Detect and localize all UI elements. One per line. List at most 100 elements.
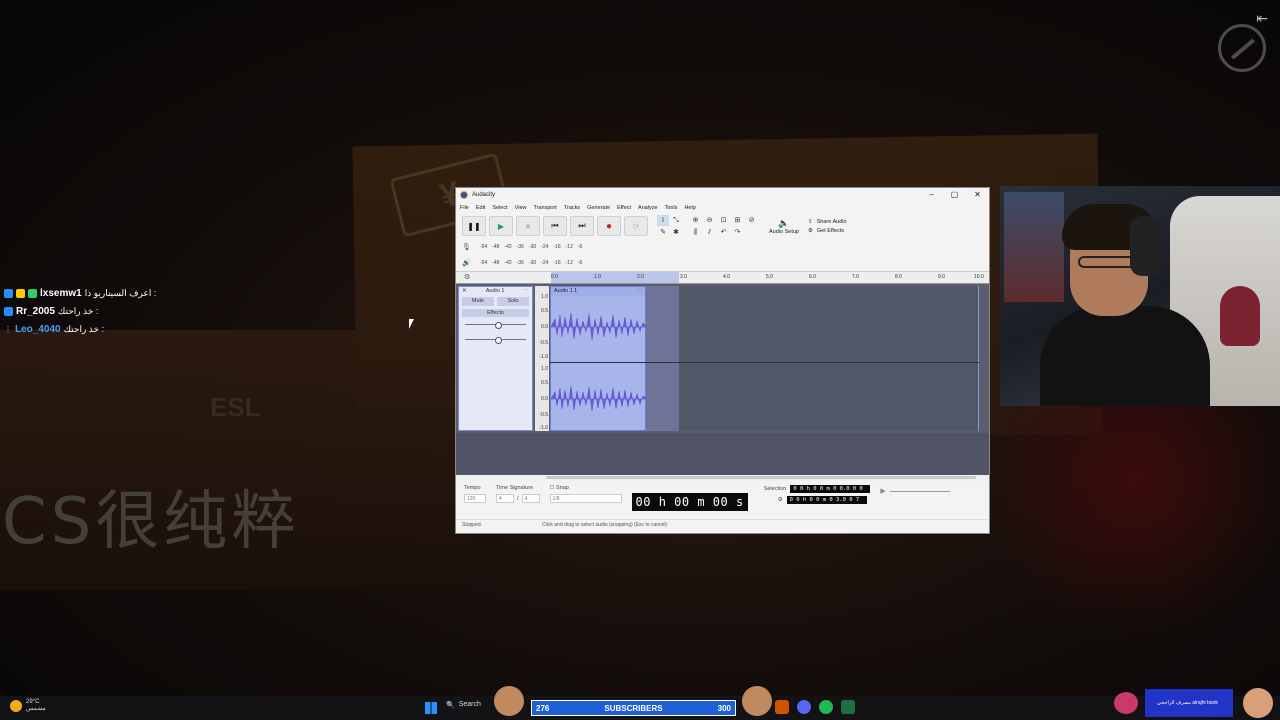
tempo-input[interactable]: 120	[464, 494, 486, 503]
menu-file[interactable]: File	[460, 205, 469, 211]
play-at-speed-icon[interactable]: ▶	[880, 487, 885, 495]
trim-icon[interactable]: ⫼	[689, 227, 702, 238]
selection-end-field[interactable]: 0 0 h 0 0 m 0 3.0 0 7 s	[786, 496, 867, 511]
selection-settings-icon[interactable]: ⚙	[778, 497, 783, 503]
windows-start-icon[interactable]	[425, 702, 437, 714]
app-icon[interactable]	[775, 700, 789, 714]
menu-help[interactable]: Help	[684, 205, 695, 211]
loop-button[interactable]: ⟳	[624, 216, 648, 236]
track-menu-icon[interactable]: ⋯	[523, 288, 529, 294]
selection-region[interactable]	[646, 286, 679, 431]
track-area[interactable]: ✕ Audio 1 ⋯ Mute Solo Effects 1.0 0.5 0.…	[456, 283, 989, 433]
zoom-in-icon[interactable]: ⊕	[689, 215, 702, 226]
spotify-icon[interactable]	[819, 700, 833, 714]
chat-message: ⋮ Leo_4040 : خذ راحتك	[4, 320, 254, 338]
ts-numerator-input[interactable]: 4	[496, 494, 514, 503]
undo-icon[interactable]: ↶	[717, 227, 730, 238]
tempo-group: Tempo 120	[464, 485, 486, 503]
scale-tick: 1.0	[541, 366, 548, 372]
title-bar[interactable]: Audacity – ▢ ✕	[456, 188, 989, 202]
solo-button[interactable]: Solo	[497, 297, 529, 306]
timeline-options-icon[interactable]: ⚙	[464, 273, 470, 281]
snap-select[interactable]: 1/8	[549, 494, 622, 503]
skip-end-button[interactable]: ⏭	[570, 216, 594, 236]
menu-tools[interactable]: Tools	[665, 205, 678, 211]
speed-slider[interactable]	[889, 490, 950, 492]
play-at-speed-group: ▶	[880, 487, 950, 495]
menu-transport[interactable]: Transport	[533, 205, 556, 211]
track-name[interactable]: Audio 1	[486, 288, 505, 294]
menu-tracks[interactable]: Tracks	[564, 205, 580, 211]
esl-logo-text: ESL	[210, 392, 261, 422]
zoom-toggle-icon[interactable]: ⊘	[745, 215, 758, 226]
menu-effect[interactable]: Effect	[617, 205, 631, 211]
menu-analyze[interactable]: Analyze	[638, 205, 658, 211]
silence-icon[interactable]: ⫽	[703, 227, 716, 238]
share-audio-button[interactable]: ⇪ Share Audio	[808, 219, 847, 225]
horizontal-scrollbar[interactable]	[456, 475, 989, 481]
clip-menu-icon[interactable]: ⋯	[637, 288, 643, 295]
ruler-tick: 9.0	[938, 274, 945, 280]
redo-icon[interactable]: ↷	[731, 227, 744, 238]
recording-meter[interactable]: 🎙 -54 -48 -42 -36 -30 -24 -18 -12 -6	[456, 239, 989, 255]
ts-denominator-select[interactable]: 4	[521, 494, 540, 503]
clip-header[interactable]: Audio 1.1 ⋯	[551, 287, 645, 296]
audio-clip[interactable]: Audio 1.1 ⋯	[550, 286, 647, 431]
selection-tool-icon[interactable]: I	[657, 214, 669, 226]
discord-icon[interactable]	[797, 700, 811, 714]
draw-tool-icon[interactable]: ✎	[657, 227, 669, 238]
get-effects-button[interactable]: ⚙ Get Effects	[808, 228, 847, 234]
playback-meter[interactable]: 🔊 -54 -48 -42 -36 -30 -24 -18 -12 -6	[456, 255, 989, 271]
excel-icon[interactable]	[841, 700, 855, 714]
menu-edit[interactable]: Edit	[476, 205, 485, 211]
pan-slider[interactable]	[465, 337, 526, 344]
record-button[interactable]: ●	[597, 216, 621, 236]
taskbar-search[interactable]: 🔍 Search	[446, 701, 481, 709]
pause-button[interactable]: ❚❚	[462, 216, 486, 236]
fit-project-icon[interactable]: ⊞	[731, 215, 744, 226]
play-button[interactable]: ▶	[489, 216, 513, 236]
zoom-out-icon[interactable]: ⊖	[703, 215, 716, 226]
sub-goal-current: 276	[536, 703, 550, 713]
scale-tick: 0.5	[541, 380, 548, 386]
skip-start-button[interactable]: ⏮	[543, 216, 567, 236]
close-button[interactable]: ✕	[966, 188, 989, 202]
chat-username: Leo_4040	[15, 323, 61, 335]
scale-tick: 0.0	[541, 324, 548, 330]
multi-tool-icon[interactable]: ✱	[670, 227, 682, 238]
weather-widget[interactable]: 29°C مشمس	[10, 699, 46, 712]
stop-button[interactable]: ■	[516, 216, 540, 236]
scale-tick: 0.5	[541, 308, 548, 314]
meter-tick: -30	[528, 244, 537, 250]
empty-project-area[interactable]	[456, 433, 989, 475]
transport-toolbar: ❚❚ ▶ ■ ⏮ ⏭ ● ⟳ I ⤡ ✎ ✱ ⊕ ⊖ ⊡ ⊞ ⊘ ⫼ ⫽ ↶ ↷…	[456, 213, 989, 239]
sponsor-logo-icon	[1114, 692, 1138, 714]
fit-selection-icon[interactable]: ⊡	[717, 215, 730, 226]
effects-button[interactable]: Effects	[462, 309, 529, 317]
meter-scale: -54 -48 -42 -36 -30 -24 -18 -12 -6	[480, 244, 582, 250]
envelope-tool-icon[interactable]: ⤡	[670, 215, 682, 226]
timeline-ruler[interactable]: ⚙ 0.0 1.0 2.0 3.0 4.0 5.0 6.0 7.0 8.0 9.…	[456, 271, 989, 284]
share-audio-label: Share Audio	[816, 218, 847, 225]
maximize-button[interactable]: ▢	[943, 188, 966, 202]
meter-tick: -24	[541, 244, 549, 250]
badge-icon	[16, 288, 25, 298]
menu-generate[interactable]: Generate	[587, 205, 610, 211]
mute-button[interactable]: Mute	[462, 297, 494, 306]
menu-select[interactable]: Select	[492, 205, 507, 211]
exit-fullscreen-icon[interactable]: ⇤	[1256, 10, 1268, 27]
menu-view[interactable]: View	[515, 205, 527, 211]
track-control-panel[interactable]: ✕ Audio 1 ⋯ Mute Solo Effects	[458, 286, 533, 431]
empty-track-region[interactable]	[679, 286, 979, 431]
selection-start-field[interactable]: 0 0 h 0 0 m 0 0.0 0 0 s	[790, 485, 871, 500]
gain-slider[interactable]	[465, 322, 526, 329]
snap-checkbox[interactable]: ☐ Snap	[550, 485, 622, 491]
close-track-icon[interactable]: ✕	[462, 288, 467, 294]
time-display[interactable]: 00 h 00 m 00 s	[631, 493, 748, 511]
audio-setup-button[interactable]: 🔈 Audio Setup	[769, 218, 799, 235]
chair-logo	[1220, 286, 1260, 346]
meter-tick: -42	[504, 260, 512, 266]
minimize-button[interactable]: –	[920, 188, 943, 202]
snap-label: Snap	[556, 485, 569, 491]
meter-tick: -54	[480, 260, 488, 266]
